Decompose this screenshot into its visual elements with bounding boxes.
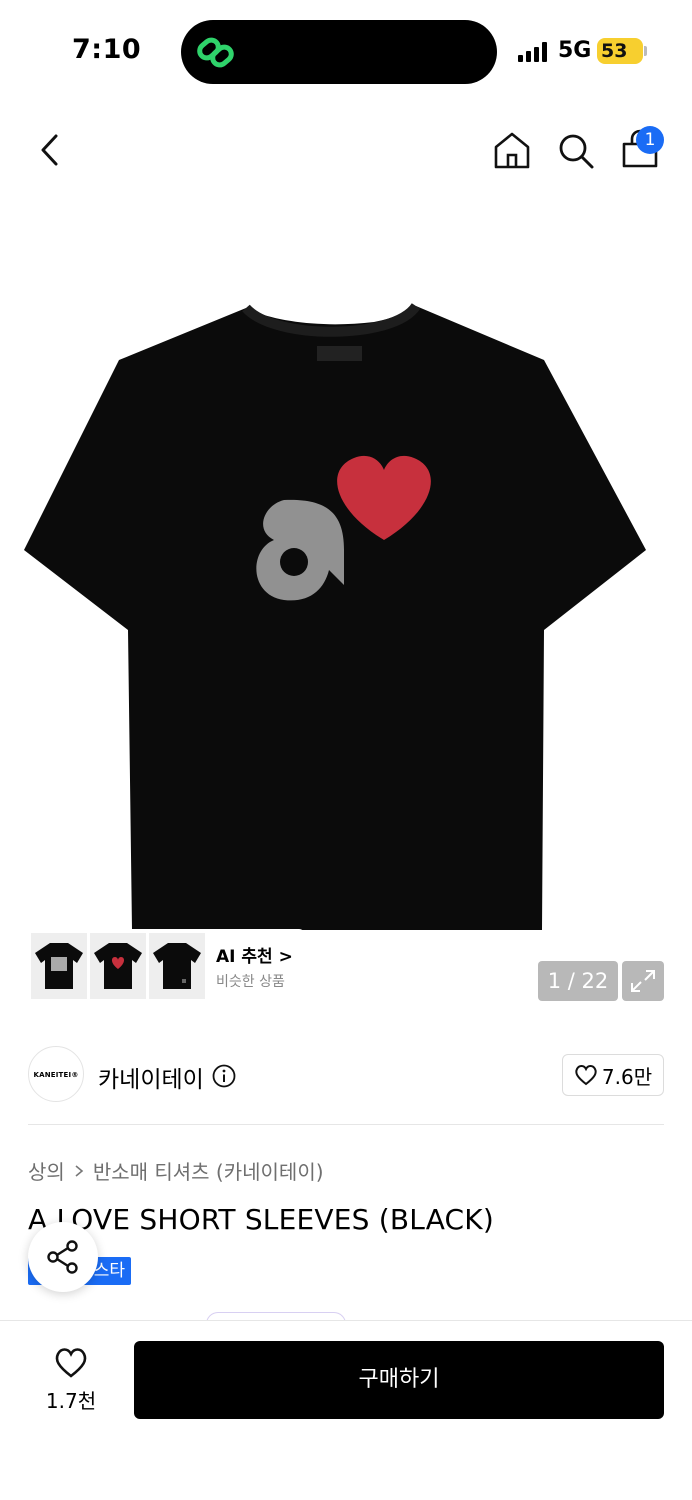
home-icon <box>494 132 530 169</box>
ai-recommend-text: AI 추천 > 비슷한 상품 <box>216 942 293 991</box>
breadcrumb-item[interactable]: 상의 <box>28 1156 65 1185</box>
buy-button[interactable]: 구매하기 <box>134 1341 664 1419</box>
expand-image-button[interactable] <box>622 961 664 1001</box>
info-icon[interactable] <box>212 1064 236 1088</box>
image-page-counter: 1 / 22 <box>538 961 618 1001</box>
thumbnail[interactable] <box>31 933 87 999</box>
chevron-left-icon <box>41 134 58 166</box>
signal-icon <box>518 42 547 62</box>
home-button[interactable] <box>492 130 532 170</box>
ai-recommend-card[interactable]: AI 추천 > 비슷한 상품 <box>27 929 305 1003</box>
chevron-right-icon <box>75 1164 84 1177</box>
search-button[interactable] <box>557 132 595 170</box>
brand-logo[interactable]: KANEITEI® <box>28 1046 84 1102</box>
brand-name[interactable]: 카네이테이 <box>98 1060 204 1094</box>
battery-level: 53 <box>597 38 643 64</box>
heart-icon <box>575 1065 597 1086</box>
expand-icon <box>631 970 655 992</box>
status-bar: 7:10 5G 53 <box>0 0 692 100</box>
product-title: A LOVE SHORT SLEEVES (BLACK) <box>28 1203 494 1236</box>
brand-like-button[interactable]: 7.6만 <box>562 1054 664 1096</box>
brand-like-count: 7.6만 <box>601 1064 653 1089</box>
status-time: 7:10 <box>72 34 142 65</box>
tshirt-thumbnail-image <box>153 943 201 989</box>
breadcrumb-item[interactable]: 반소매 티셔츠 (카네이테이) <box>93 1156 324 1185</box>
tshirt-thumbnail-image <box>35 943 83 989</box>
network-type: 5G <box>558 38 592 63</box>
search-icon <box>559 134 594 169</box>
heart-icon <box>55 1348 87 1378</box>
tshirt-thumbnail-image <box>94 943 142 989</box>
share-icon <box>47 1240 78 1274</box>
cart-badge: 1 <box>636 126 664 154</box>
thumbnail[interactable] <box>90 933 146 999</box>
wishlist-button[interactable]: 1.7천 <box>40 1343 102 1415</box>
breadcrumb: 상의 반소매 티셔츠 (카네이테이) <box>28 1156 324 1185</box>
product-image[interactable] <box>24 300 649 930</box>
ai-recommend-subtitle: 비슷한 상품 <box>216 973 285 990</box>
share-button[interactable] <box>28 1222 98 1292</box>
battery-tip <box>644 46 647 56</box>
wishlist-count: 1.7천 <box>45 1389 97 1413</box>
link-icon <box>197 37 234 68</box>
ai-recommend-title: AI 추천 > <box>216 946 293 967</box>
thumbnail[interactable] <box>149 933 205 999</box>
back-button[interactable] <box>36 130 66 170</box>
divider <box>28 1124 664 1125</box>
